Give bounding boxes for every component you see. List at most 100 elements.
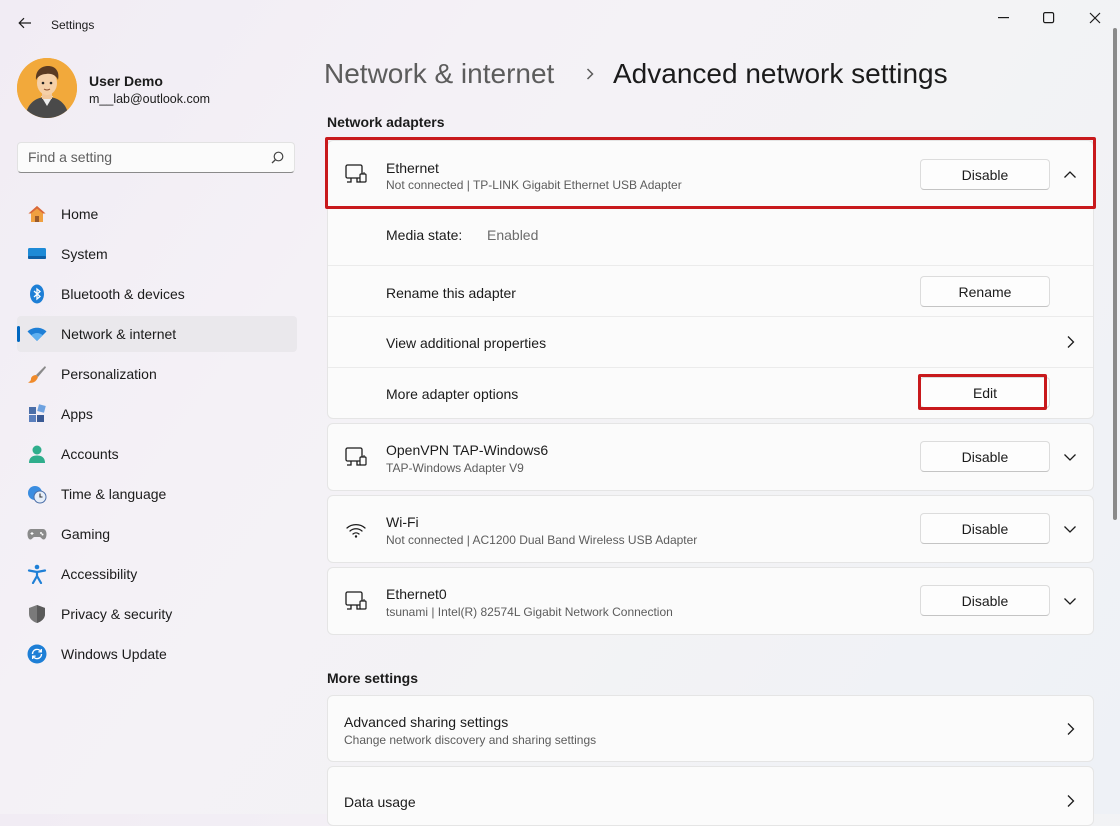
- adapter-detail: TAP-Windows Adapter V9: [386, 461, 524, 475]
- sidebar-item-time-language[interactable]: Time & language: [17, 476, 297, 512]
- advanced-sharing-title: Advanced sharing settings: [344, 714, 509, 730]
- sidebar-item-privacy[interactable]: Privacy & security: [17, 596, 297, 632]
- adapter-detail: Not connected | AC1200 Dual Band Wireles…: [386, 533, 698, 547]
- clock-globe-icon: [28, 486, 47, 504]
- sidebar-item-label: Bluetooth & devices: [61, 286, 185, 302]
- breadcrumb-chevron-icon: [586, 68, 594, 80]
- section-title-more-settings: More settings: [327, 670, 419, 686]
- advanced-sharing-settings-row[interactable]: Advanced sharing settings Change network…: [327, 695, 1094, 762]
- sidebar-item-apps[interactable]: Apps: [17, 396, 297, 432]
- chevron-down-icon: [1064, 597, 1076, 605]
- home-icon: [28, 206, 46, 222]
- search-input[interactable]: [28, 149, 258, 165]
- apps-icon: [29, 404, 46, 422]
- gamepad-icon: [27, 529, 47, 540]
- wifi-icon: [27, 327, 47, 341]
- sidebar-item-label: System: [61, 246, 108, 262]
- rename-button[interactable]: Rename: [920, 276, 1050, 307]
- back-button[interactable]: [14, 12, 36, 34]
- brush-icon: [28, 366, 46, 383]
- chevron-right-container: [1061, 720, 1079, 738]
- chevron-right-container: [1061, 333, 1079, 351]
- accessibility-icon: [27, 564, 47, 584]
- media-state-value: Enabled: [487, 227, 539, 243]
- data-usage-title: Data usage: [344, 794, 416, 810]
- sidebar-item-label: Time & language: [61, 486, 167, 502]
- sidebar-item-label: Gaming: [61, 526, 111, 542]
- update-icon: [27, 644, 47, 664]
- data-usage-row[interactable]: Data usage: [327, 766, 1094, 826]
- sidebar-item-gaming[interactable]: Gaming: [17, 516, 297, 552]
- sidebar-item-windows-update[interactable]: Windows Update: [17, 636, 297, 672]
- adapter-name: OpenVPN TAP-Windows6: [386, 442, 549, 458]
- highlight-box-edit: [918, 374, 1047, 410]
- more-adapter-options-label: More adapter options: [386, 386, 519, 402]
- divider: [328, 265, 1093, 266]
- sidebar-item-label: Network & internet: [61, 326, 177, 342]
- chevron-right-icon: [1067, 795, 1074, 807]
- close-icon: [1089, 12, 1101, 24]
- sidebar-item-network[interactable]: Network & internet: [17, 316, 297, 352]
- user-avatar-icon: [17, 58, 77, 118]
- back-arrow-icon: [18, 17, 31, 29]
- ethernet-icon: [345, 591, 367, 610]
- sidebar-item-label: Windows Update: [61, 646, 167, 662]
- user-name: User Demo: [89, 73, 163, 89]
- sidebar-item-personalization[interactable]: Personalization: [17, 356, 297, 392]
- sidebar-item-home[interactable]: Home: [17, 196, 297, 232]
- search-icon[interactable]: [271, 151, 284, 164]
- adapter-detail: tsunami | Intel(R) 82574L Gigabit Networ…: [386, 605, 673, 619]
- sidebar-item-label: Accessibility: [61, 566, 138, 582]
- maximize-icon: [1043, 12, 1055, 24]
- highlight-box-ethernet: [325, 137, 1096, 209]
- adapter-name: Ethernet0: [386, 586, 447, 602]
- chevron-down-icon: [1064, 453, 1076, 461]
- sidebar-item-label: Apps: [61, 406, 93, 422]
- page-title: Advanced network settings: [613, 58, 948, 89]
- sidebar-item-accessibility[interactable]: Accessibility: [17, 556, 297, 592]
- rename-adapter-label: Rename this adapter: [386, 285, 516, 301]
- disable-button[interactable]: Disable: [920, 441, 1050, 472]
- chevron-down-icon: [1064, 525, 1076, 533]
- sidebar-item-label: Accounts: [61, 446, 119, 462]
- wifi-signal-icon: [346, 523, 366, 538]
- view-additional-properties-row[interactable]: View additional properties: [328, 317, 1093, 367]
- view-additional-properties-label: View additional properties: [386, 335, 547, 351]
- breadcrumb-parent[interactable]: Network & internet: [324, 58, 554, 90]
- sidebar-item-label: Personalization: [61, 366, 157, 382]
- section-title-network-adapters: Network adapters: [327, 114, 445, 130]
- avatar[interactable]: [17, 58, 77, 118]
- adapter-card-wifi[interactable]: Wi-Fi Not connected | AC1200 Dual Band W…: [327, 495, 1094, 563]
- title-bar: Settings: [0, 0, 1120, 48]
- adapter-name: Wi-Fi: [386, 514, 419, 530]
- sidebar-item-system[interactable]: System: [17, 236, 297, 272]
- chevron-right-icon: [1067, 336, 1074, 348]
- expand-toggle[interactable]: [1061, 520, 1079, 538]
- user-email: m__lab@outlook.com: [89, 92, 211, 106]
- divider: [328, 367, 1093, 368]
- bluetooth-icon: [30, 284, 44, 304]
- expand-toggle[interactable]: [1061, 592, 1079, 610]
- accounts-icon: [29, 445, 45, 463]
- disable-button[interactable]: Disable: [920, 513, 1050, 544]
- chevron-right-icon: [1067, 723, 1074, 735]
- sidebar-item-bluetooth[interactable]: Bluetooth & devices: [17, 276, 297, 312]
- chevron-right-container: [1061, 792, 1079, 810]
- adapter-card-ethernet0[interactable]: Ethernet0 tsunami | Intel(R) 82574L Giga…: [327, 567, 1094, 635]
- scrollbar[interactable]: [1113, 28, 1117, 520]
- close-button[interactable]: [1077, 6, 1113, 30]
- search-box[interactable]: [17, 142, 295, 173]
- adapter-card-openvpn[interactable]: OpenVPN TAP-Windows6 TAP-Windows Adapter…: [327, 423, 1094, 491]
- ethernet-icon: [345, 447, 367, 466]
- sidebar-item-accounts[interactable]: Accounts: [17, 436, 297, 472]
- advanced-sharing-subtitle: Change network discovery and sharing set…: [344, 733, 597, 747]
- window-title: Settings: [51, 18, 95, 32]
- maximize-button[interactable]: [1031, 6, 1067, 30]
- disable-button[interactable]: Disable: [920, 585, 1050, 616]
- expand-toggle[interactable]: [1061, 448, 1079, 466]
- sidebar-item-label: Privacy & security: [61, 606, 173, 622]
- sidebar-nav: Home System Bluetooth & devices Network …: [17, 196, 297, 676]
- minimize-button[interactable]: [985, 6, 1021, 30]
- sidebar-item-label: Home: [61, 206, 99, 222]
- shield-icon: [29, 605, 45, 623]
